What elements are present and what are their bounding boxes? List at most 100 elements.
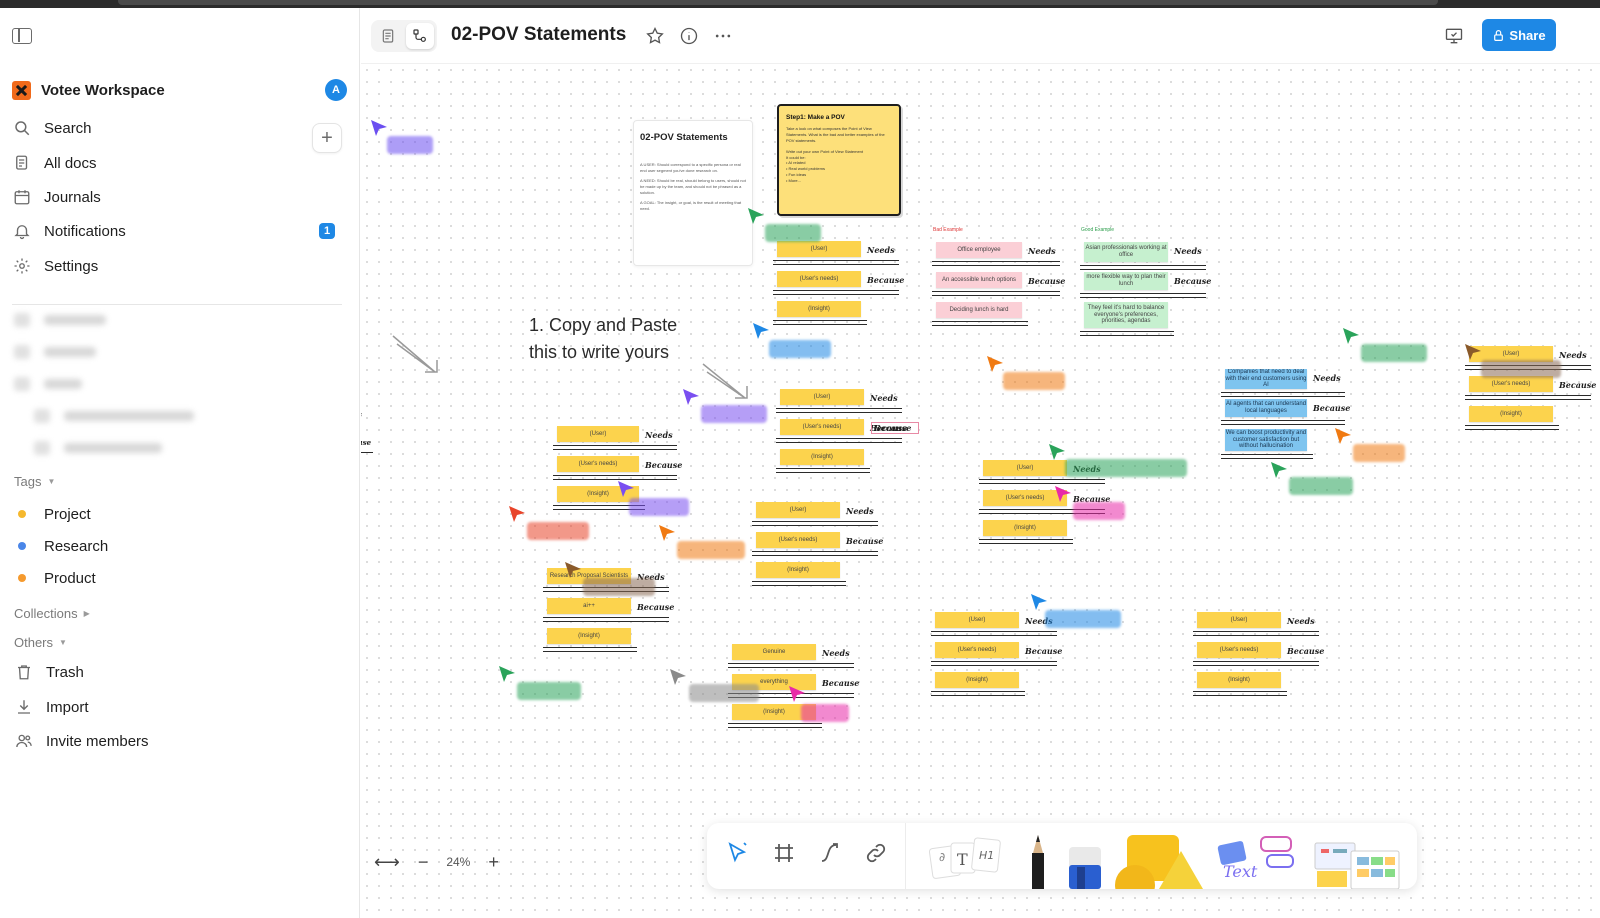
sticky-note: (User) bbox=[780, 389, 864, 405]
sidebar-item-invite-members[interactable]: Invite members bbox=[14, 726, 349, 756]
collaborator-cursor-icon bbox=[659, 525, 675, 541]
text-tool-icon[interactable]: ∂ T H1 bbox=[927, 833, 1003, 883]
collaborator-name-tag bbox=[387, 136, 433, 154]
sticky-note: (User) bbox=[1197, 612, 1281, 628]
collaborator-name-tag bbox=[701, 405, 767, 423]
sticky-underline bbox=[776, 438, 902, 443]
sidebar-item-label: Settings bbox=[44, 257, 99, 275]
doc-header: 02-POV Statements Share bbox=[361, 8, 1600, 64]
calendar-icon bbox=[12, 187, 32, 207]
share-label: Share bbox=[1509, 27, 1546, 43]
sticky-underline bbox=[773, 320, 867, 325]
collaborator-cursor-icon bbox=[1049, 444, 1065, 460]
zoom-level[interactable]: 24% bbox=[446, 855, 470, 869]
because-label: Because bbox=[637, 602, 675, 612]
sticky-note: (User's needs) bbox=[780, 419, 864, 435]
tags-section-header[interactable]: Tags ▼ bbox=[14, 474, 55, 489]
arrow-doodle-icon[interactable] bbox=[391, 332, 443, 378]
mode-toggle[interactable] bbox=[371, 20, 437, 52]
sticky-note: AI agents that can understand local lang… bbox=[1225, 399, 1307, 417]
step-card[interactable]: Step1: Make a POV Take a look on what co… bbox=[777, 104, 901, 216]
collaborator-name-tag bbox=[765, 224, 821, 242]
sticky-underline bbox=[543, 647, 637, 652]
link-tool-icon[interactable] bbox=[863, 840, 889, 866]
more-icon[interactable] bbox=[712, 25, 734, 47]
sidebar-item-journals[interactable]: Journals bbox=[12, 182, 347, 212]
sticky-underline bbox=[979, 479, 1105, 484]
sticky-note: Office employee bbox=[936, 242, 1022, 258]
notification-badge: 1 bbox=[319, 223, 335, 239]
info-icon[interactable] bbox=[678, 25, 700, 47]
presentation-icon[interactable] bbox=[1443, 25, 1465, 47]
because-label: Because bbox=[645, 460, 683, 470]
blurred-doc-item[interactable] bbox=[14, 313, 106, 327]
copy-paste-instruction[interactable]: 1. Copy and Paste this to write yours bbox=[529, 312, 677, 366]
blurred-doc-item[interactable] bbox=[14, 345, 96, 359]
page-mode-icon[interactable] bbox=[374, 23, 402, 49]
trash-icon bbox=[14, 662, 34, 682]
blurred-doc-item[interactable] bbox=[14, 377, 82, 391]
doc-card-title: 02-POV Statements bbox=[640, 132, 728, 143]
sidebar-toggle-icon[interactable] bbox=[12, 28, 32, 44]
sidebar-item-search[interactable]: Search bbox=[12, 113, 347, 143]
sidebar-item-notifications[interactable]: Notifications 1 bbox=[12, 216, 347, 246]
search-icon bbox=[12, 118, 32, 138]
collaborator-cursor-icon bbox=[1031, 594, 1047, 610]
blurred-doc-item[interactable] bbox=[34, 441, 162, 455]
collaborator-name-tag bbox=[677, 541, 745, 559]
avatar[interactable]: A bbox=[325, 79, 347, 101]
star-icon[interactable] bbox=[644, 25, 666, 47]
sidebar-item-import[interactable]: Import bbox=[14, 692, 349, 722]
instruction-line: this to write yours bbox=[529, 342, 670, 362]
sidebar-item-label: Search bbox=[44, 119, 92, 137]
collaborator-cursor-icon bbox=[1343, 328, 1359, 344]
collaborator-name-tag bbox=[517, 682, 581, 700]
workspace-switcher[interactable]: Votee Workspace A bbox=[12, 78, 347, 102]
tag-item-product[interactable]: Product bbox=[18, 567, 96, 589]
sticky-underline bbox=[1465, 395, 1591, 400]
needs-label: Needs bbox=[1559, 350, 1587, 360]
collaborator-name-tag bbox=[527, 522, 589, 540]
sticky-note: They feel it's hard to balance everyone'… bbox=[1084, 302, 1168, 328]
collaborator-name-tag bbox=[1289, 477, 1353, 495]
toolbar-divider bbox=[905, 823, 906, 889]
tag-item-research[interactable]: Research bbox=[18, 535, 108, 557]
sticky-underline bbox=[931, 631, 1057, 636]
section-label: Collections bbox=[14, 606, 78, 621]
blurred-doc-item[interactable] bbox=[34, 409, 194, 423]
whiteboard-canvas[interactable]: 02-POV Statements A USER: Should corresp… bbox=[361, 64, 1600, 918]
pov-doc-card[interactable]: 02-POV Statements A USER: Should corresp… bbox=[633, 120, 753, 266]
sidebar-item-all-docs[interactable]: All docs bbox=[12, 148, 347, 178]
mindmap-tool-icon[interactable]: Text bbox=[1215, 833, 1297, 889]
select-tool-icon[interactable] bbox=[725, 840, 751, 866]
sticky-underline bbox=[1193, 691, 1287, 696]
page-title[interactable]: 02-POV Statements bbox=[451, 24, 626, 46]
documents-icon bbox=[12, 153, 32, 173]
frame-tool-icon[interactable] bbox=[771, 840, 797, 866]
sidebar-item-label: Journals bbox=[44, 188, 101, 206]
template-tool-icon[interactable] bbox=[1311, 837, 1401, 889]
collaborator-cursor-icon bbox=[371, 120, 387, 136]
edgeless-mode-icon[interactable] bbox=[406, 23, 434, 49]
others-section-header[interactable]: Others ▼ bbox=[14, 635, 67, 650]
collaborator-cursor-icon bbox=[618, 481, 634, 497]
pen-tool-icon[interactable] bbox=[1023, 831, 1053, 889]
sticky-note: (User's needs) bbox=[935, 642, 1019, 658]
share-button[interactable]: Share bbox=[1482, 19, 1556, 51]
sticky-underline bbox=[728, 723, 822, 728]
zoom-out-button[interactable]: − bbox=[418, 852, 429, 873]
collaborator-cursor-icon bbox=[1271, 462, 1287, 478]
arrow-doodle-icon[interactable] bbox=[701, 360, 753, 404]
sidebar-item-trash[interactable]: Trash bbox=[14, 657, 349, 687]
sticky-underline bbox=[931, 691, 1025, 696]
eraser-tool-icon[interactable] bbox=[1065, 843, 1105, 889]
collections-section-header[interactable]: Collections ▶ bbox=[14, 606, 90, 621]
tag-item-project[interactable]: Project bbox=[18, 503, 91, 525]
connector-tool-icon[interactable] bbox=[817, 840, 843, 866]
fit-width-icon[interactable]: ⟷ bbox=[374, 852, 400, 873]
zoom-in-button[interactable]: + bbox=[488, 852, 499, 873]
svg-text:Text: Text bbox=[1223, 862, 1258, 881]
sidebar-item-settings[interactable]: Settings bbox=[12, 251, 347, 281]
shape-tool-icon[interactable] bbox=[1115, 833, 1207, 889]
sticky-underline bbox=[553, 445, 677, 450]
